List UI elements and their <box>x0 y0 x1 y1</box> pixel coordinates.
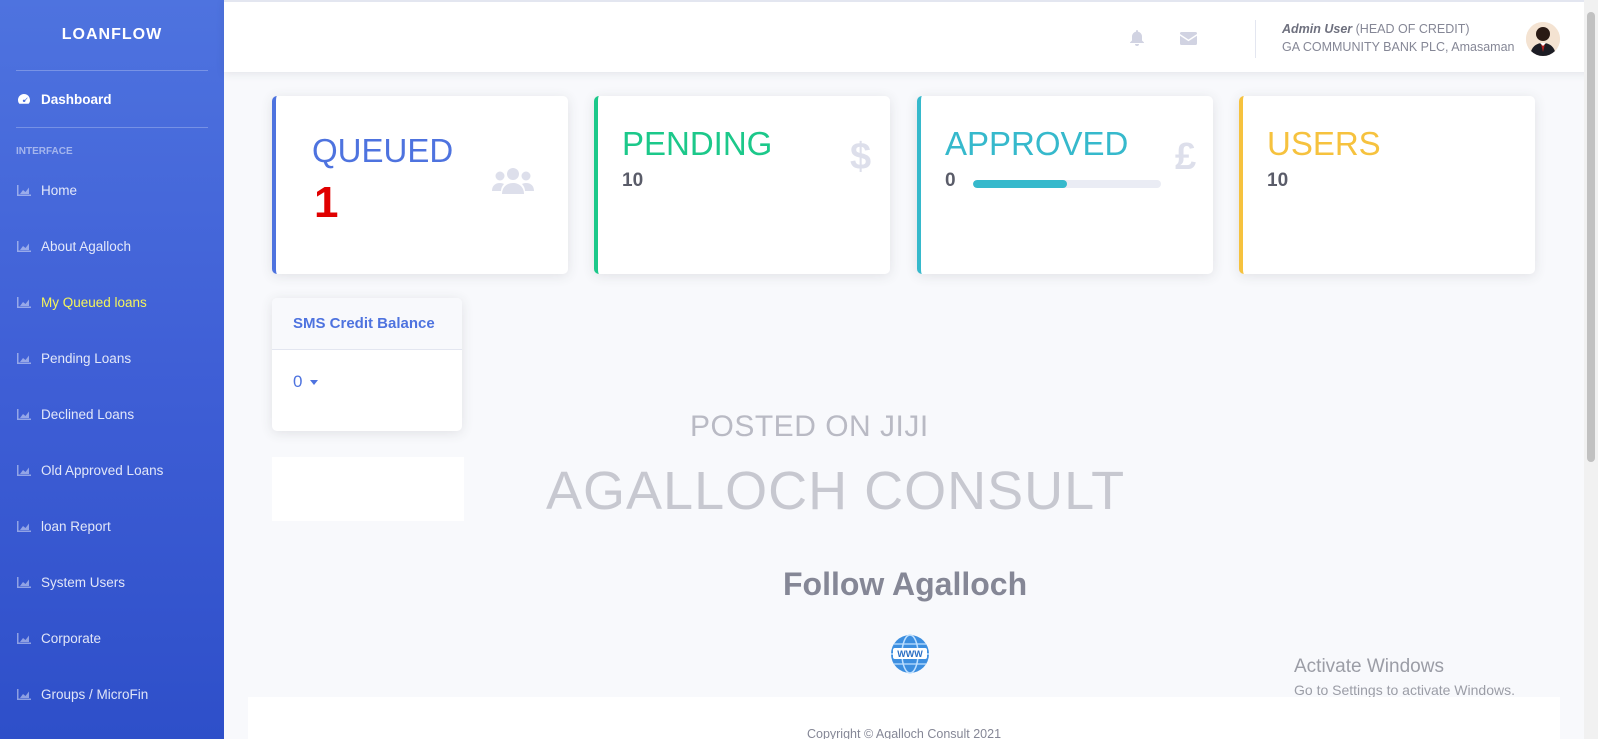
scrollbar[interactable] <box>1584 0 1598 739</box>
sidebar-item-old-approved-loans[interactable]: Old Approved Loans <box>0 442 224 498</box>
chart-area-icon <box>16 240 32 252</box>
queued-title: QUEUED <box>312 132 454 169</box>
sidebar-item-label: Home <box>41 182 78 198</box>
activate-windows-title: Activate Windows <box>1294 656 1444 677</box>
approved-card[interactable]: APPROVED 0 £ <box>917 96 1213 274</box>
chart-area-icon <box>16 296 32 308</box>
chart-area-icon <box>16 408 32 420</box>
www-label: WWW <box>897 649 923 659</box>
queued-value: 1 <box>314 178 339 227</box>
sms-credit-value: 0 <box>293 372 303 391</box>
dollar-icon: $ <box>850 136 872 178</box>
avatar[interactable] <box>1526 22 1560 56</box>
chart-area-icon <box>16 520 32 532</box>
approved-value: 0 <box>945 170 956 191</box>
sidebar-item-system-users[interactable]: System Users <box>0 554 224 610</box>
sidebar-item-label: Dashboard <box>41 91 112 107</box>
sidebar-item-label: Corporate <box>41 630 102 646</box>
sidebar-item-label: Declined Loans <box>41 406 135 422</box>
chart-area-icon <box>16 632 32 644</box>
approved-title: APPROVED <box>945 125 1129 162</box>
approved-progress-fill <box>973 180 1067 188</box>
chart-area-icon <box>16 688 32 700</box>
topbar: Admin User (HEAD OF CREDIT) GA COMMUNITY… <box>224 0 1598 72</box>
users-title: USERS <box>1267 125 1381 162</box>
scrollbar-thumb[interactable] <box>1587 12 1595 462</box>
sidebar-item-groups-microfin[interactable]: Groups / MicroFin <box>0 666 224 722</box>
sms-credit-dropdown[interactable]: 0 <box>293 372 319 392</box>
copyright-text: Copyright © Agalloch Consult 2021 <box>806 727 1002 739</box>
chart-area-icon <box>16 184 32 196</box>
users-icon <box>492 166 534 201</box>
users-value: 10 <box>1267 170 1289 191</box>
pending-title: PENDING <box>622 125 773 162</box>
user-organization: GA COMMUNITY BANK PLC, Amasaman <box>1282 40 1515 54</box>
sidebar-item-declined-loans[interactable]: Declined Loans <box>0 386 224 442</box>
user-info[interactable]: Admin User (HEAD OF CREDIT) GA COMMUNITY… <box>1282 20 1514 56</box>
sidebar-item-home[interactable]: Home <box>0 162 224 218</box>
sidebar-item-dashboard[interactable]: Dashboard <box>0 71 224 127</box>
company-banner: AGALLOCH CONSULT <box>546 461 1126 521</box>
user-role: (HEAD OF CREDIT) <box>1355 22 1470 36</box>
pending-value: 10 <box>622 170 644 191</box>
sms-credit-card: SMS Credit Balance 0 <box>272 298 462 431</box>
sidebar-item-label: My Queued loans <box>41 294 147 310</box>
queued-card[interactable]: QUEUED 1 <box>272 96 568 274</box>
tachometer-icon <box>16 93 32 105</box>
sidebar: LOANFLOW Dashboard INTERFACE Home About … <box>0 0 224 739</box>
activate-windows-subtitle: Go to Settings to activate Windows. <box>1294 682 1515 698</box>
bell-icon[interactable] <box>1130 30 1144 51</box>
sidebar-item-label: About Agalloch <box>41 238 132 254</box>
posted-on-text: POSTED ON JIJI <box>690 410 929 443</box>
brand-logo[interactable]: LOANFLOW <box>0 0 224 70</box>
caret-down-icon <box>310 379 319 385</box>
sidebar-item-corporate[interactable]: Corporate <box>0 610 224 666</box>
user-name: Admin User <box>1282 22 1353 36</box>
sidebar-item-label: System Users <box>41 574 126 590</box>
sidebar-item-about[interactable]: About Agalloch <box>0 218 224 274</box>
sidebar-item-loan-report[interactable]: loan Report <box>0 498 224 554</box>
sidebar-item-queued-loans[interactable]: My Queued loans <box>0 274 224 330</box>
footer: Copyright © Agalloch Consult 2021 <box>248 697 1560 739</box>
follow-heading: Follow Agalloch <box>783 566 1028 602</box>
website-globe-icon[interactable]: WWW <box>890 634 930 679</box>
chart-area-icon <box>16 352 32 364</box>
users-card[interactable]: USERS 10 <box>1239 96 1535 274</box>
sidebar-item-label: loan Report <box>41 518 111 534</box>
envelope-icon[interactable] <box>1180 32 1197 50</box>
chart-area-icon <box>16 576 32 588</box>
pound-icon: £ <box>1175 136 1197 178</box>
approved-progress-bar <box>973 180 1161 188</box>
sidebar-item-label: Pending Loans <box>41 350 132 366</box>
sms-credit-title: SMS Credit Balance <box>272 298 462 350</box>
sidebar-item-pending-loans[interactable]: Pending Loans <box>0 330 224 386</box>
topbar-divider <box>1255 20 1256 58</box>
sidebar-item-label: Groups / MicroFin <box>41 686 149 702</box>
blank-panel <box>272 457 464 521</box>
chart-area-icon <box>16 464 32 476</box>
pending-card[interactable]: PENDING 10 $ <box>594 96 890 274</box>
sidebar-item-label: Old Approved Loans <box>41 462 164 478</box>
sidebar-section-heading: INTERFACE <box>16 146 73 157</box>
